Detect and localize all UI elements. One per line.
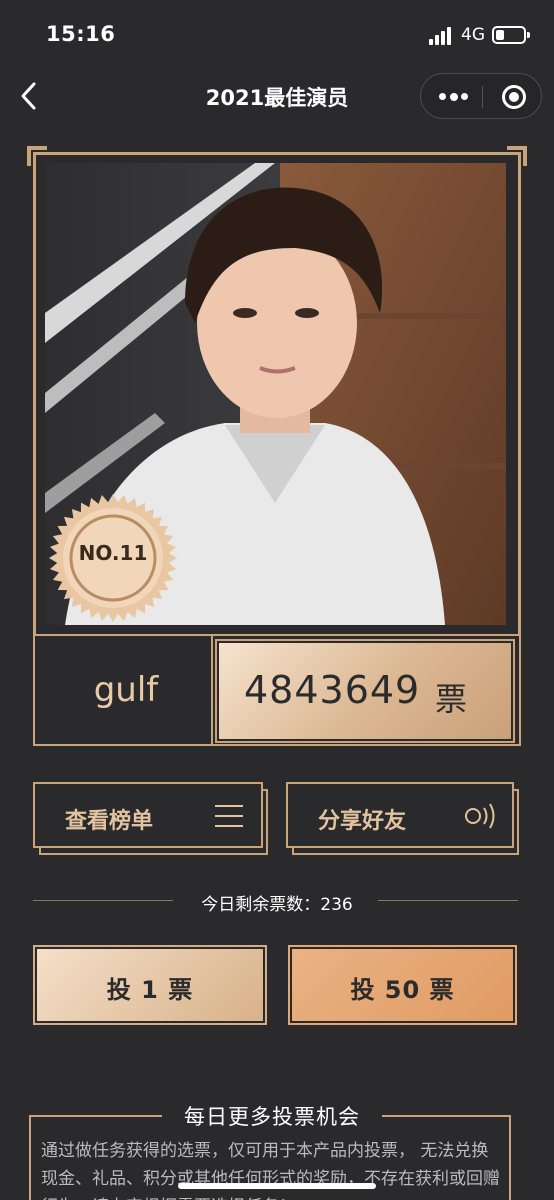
remaining-votes: 今日剩余票数：236 — [201, 895, 353, 915]
view-ranking-label: 查看榜单 — [65, 809, 154, 834]
vote-one-button[interactable]: 投 1 票 — [33, 945, 267, 1025]
vote-one-label: 投 1 票 — [106, 976, 194, 1004]
frame-corner-ornament — [507, 146, 527, 166]
share-friends-button[interactable]: 分享好友 — [286, 782, 514, 848]
frame-top-line — [33, 152, 521, 155]
candidate-name: gulf — [93, 670, 159, 710]
frame-right-line — [518, 152, 521, 634]
vote-fifty-button[interactable]: 投 50 票 — [288, 945, 517, 1025]
rank-label: NO.11 — [78, 541, 148, 565]
frame-left-line — [33, 152, 36, 634]
capsule-divider — [482, 86, 483, 108]
name-cell: gulf — [37, 634, 215, 744]
info-row-divider — [211, 634, 213, 746]
status-time: 15:16 — [46, 22, 116, 46]
vote-count-box: 4843649 票 — [215, 639, 515, 743]
vote-fifty-label: 投 50 票 — [350, 976, 455, 1004]
home-indicator[interactable] — [178, 1183, 376, 1189]
status-bar: 15:16 4G — [0, 0, 554, 70]
more-chances-text: 通过做任务获得的选票，仅可用于本产品内投票， 无法兑换现金、礼品、积分或其他任何… — [41, 1141, 500, 1200]
network-type: 4G — [461, 25, 485, 45]
more-icon[interactable] — [439, 92, 469, 101]
mini-program-capsule — [420, 73, 542, 119]
share-friends-label: 分享好友 — [318, 809, 407, 834]
vote-count: 4843649 — [244, 668, 421, 712]
view-ranking-button[interactable]: 查看榜单 — [33, 782, 263, 848]
share-icon — [465, 803, 495, 829]
frame-corner-ornament — [27, 146, 47, 166]
list-icon — [215, 805, 243, 827]
more-chances-title: 每日更多投票机会 — [162, 1101, 382, 1131]
info-row-top-line — [33, 634, 521, 636]
signal-icon — [429, 27, 455, 45]
close-mini-program-icon[interactable] — [502, 85, 526, 109]
battery-icon — [492, 26, 530, 44]
vote-unit: 票 — [435, 680, 468, 718]
divider-line — [378, 900, 518, 901]
